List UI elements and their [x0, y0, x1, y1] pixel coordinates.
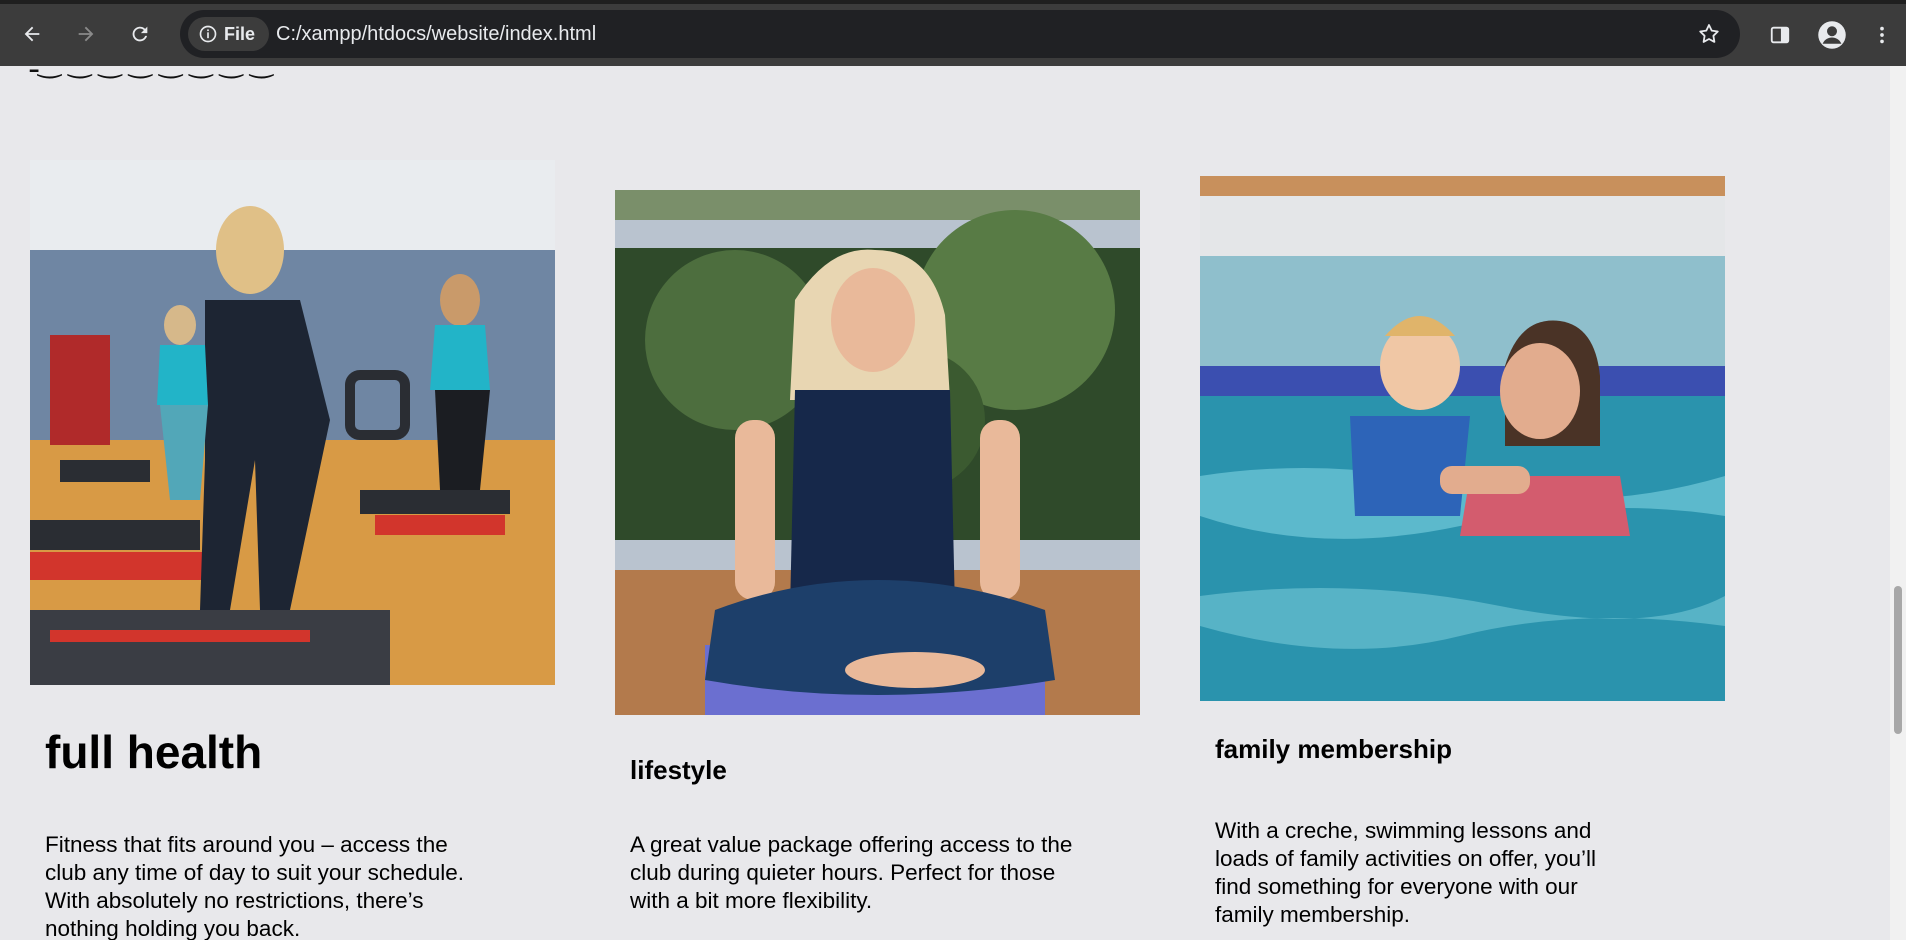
profile-avatar-icon: [1818, 21, 1846, 49]
site-info-chip[interactable]: File: [188, 17, 270, 51]
url-text[interactable]: C:/xampp/htdocs/website/index.html: [276, 10, 596, 58]
bookmark-star-button[interactable]: [1694, 19, 1724, 49]
site-chip-label: File: [224, 23, 256, 44]
arrow-right-icon: [78, 26, 94, 42]
card-title: family membership: [1215, 734, 1452, 764]
browser-toolbar: File C:/xampp/htdocs/website/index.html: [0, 0, 1906, 66]
side-panel-button[interactable]: [1762, 17, 1798, 53]
clipped-heading-fragment: ـ‿ ‿ ‿ ‿ ‿ ‿ ‿ ‿: [30, 66, 273, 79]
page-content: ـ‿ ‿ ‿ ‿ ‿ ‿ ‿ ‿: [0, 66, 1890, 940]
yoga-photo: [615, 190, 1140, 715]
browser-menu-button[interactable]: [1864, 17, 1900, 53]
arrow-left-icon: [24, 26, 40, 42]
fitness-class-photo: [30, 160, 555, 685]
card-description: A great value package offering access to…: [630, 832, 1073, 913]
kebab-menu-icon: [1880, 26, 1884, 44]
info-icon: [199, 25, 217, 43]
profile-button[interactable]: [1814, 17, 1850, 53]
reload-icon: [132, 26, 148, 42]
swimming-pool-photo: [1200, 176, 1725, 701]
forward-button[interactable]: [66, 14, 106, 54]
back-button[interactable]: [12, 14, 52, 54]
reload-button[interactable]: [120, 14, 160, 54]
card-description: Fitness that fits around you – access th…: [45, 832, 464, 940]
side-panel-icon: [1770, 26, 1790, 44]
star-icon: [1699, 24, 1719, 43]
card-title: lifestyle: [630, 755, 727, 785]
scrollbar-thumb[interactable]: [1894, 586, 1902, 734]
card-title: full health: [45, 726, 263, 778]
card-description: With a creche, swimming lessons and load…: [1215, 818, 1597, 927]
address-bar[interactable]: File C:/xampp/htdocs/website/index.html: [180, 10, 1740, 58]
page-scrollbar[interactable]: [1890, 66, 1906, 940]
